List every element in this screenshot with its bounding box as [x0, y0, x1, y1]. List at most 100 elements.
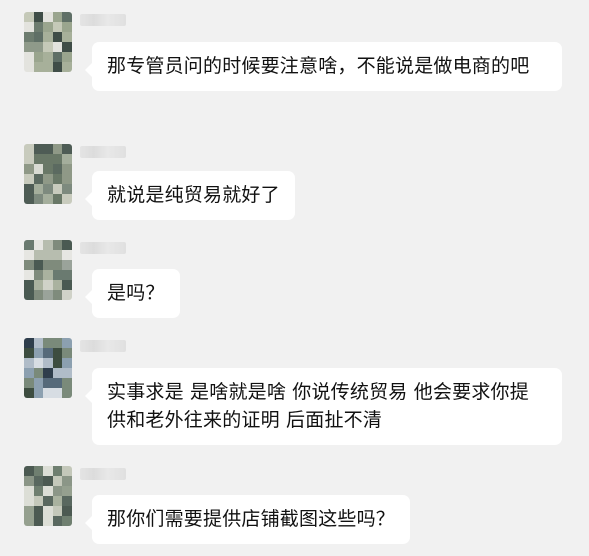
avatar-pixel [24, 154, 34, 164]
avatar-pixel [24, 12, 34, 22]
avatar[interactable] [24, 144, 72, 204]
message-row: 实事求是 是啥就是啥 你说传统贸易 他会要求你提供和老外往来的证明 后面扯不清 [0, 338, 589, 450]
avatar-pixel [52, 348, 63, 358]
avatar-pixel [33, 174, 44, 184]
avatar-pixel [62, 240, 72, 250]
avatar-pixel [33, 368, 44, 378]
avatar-pixel [24, 184, 34, 194]
avatar-pixel [52, 164, 63, 174]
avatar-pixel [33, 348, 44, 358]
avatar-pixel [24, 270, 34, 280]
avatar-pixel [62, 486, 72, 496]
avatar[interactable] [24, 338, 72, 398]
avatar-pixel [62, 476, 72, 486]
avatar-pixel [43, 194, 53, 204]
avatar-pixel [52, 368, 63, 378]
avatar-pixel [24, 194, 34, 204]
avatar-pixel [43, 358, 53, 368]
avatar-pixel [62, 184, 72, 194]
avatar-pixel [52, 466, 63, 476]
avatar-pixel [24, 42, 34, 52]
avatar-pixel [33, 184, 44, 194]
avatar-pixel [62, 358, 72, 368]
avatar-pixel [33, 194, 44, 204]
avatar-pixel [62, 280, 72, 290]
avatar-pixel [24, 516, 34, 526]
avatar-pixel [52, 260, 63, 270]
message-bubble[interactable]: 那专管员问的时候要注意啥，不能说是做电商的吧 [85, 42, 562, 91]
avatar-pixel [24, 506, 34, 516]
avatar-pixel [24, 476, 34, 486]
avatar-pixel [62, 22, 72, 32]
message-bubble[interactable]: 是吗？ [85, 269, 180, 318]
avatar-pixel [52, 270, 63, 280]
avatar-pixel [33, 62, 44, 72]
avatar-pixel [62, 388, 72, 398]
avatar-pixel [43, 260, 53, 270]
avatar-pixel [43, 62, 53, 72]
avatar-pixel [62, 12, 72, 22]
avatar-pixel [24, 466, 34, 476]
avatar-pixel [43, 290, 53, 300]
avatar-pixel [43, 368, 53, 378]
avatar-pixel [43, 348, 53, 358]
avatar-pixel [43, 516, 53, 526]
message-row: 就说是纯贸易就好了 [0, 144, 589, 228]
message-bubble[interactable]: 那你们需要提供店铺截图这些吗？ [84, 495, 411, 544]
sender-name [80, 14, 126, 26]
avatar[interactable] [24, 240, 72, 300]
avatar-pixel [52, 154, 63, 164]
avatar-pixel [24, 338, 34, 348]
avatar-pixel [52, 250, 63, 260]
avatar-pixel [33, 280, 44, 290]
avatar-pixel [62, 144, 72, 154]
avatar-pixel [62, 42, 72, 52]
avatar-pixel [33, 42, 44, 52]
sender-name [80, 468, 126, 480]
avatar-pixel [43, 338, 53, 348]
avatar-pixel [33, 270, 44, 280]
avatar-pixel [52, 184, 63, 194]
avatar-pixel [24, 280, 34, 290]
avatar-pixel [33, 164, 44, 174]
avatar-pixel [62, 174, 72, 184]
avatar-pixel [33, 32, 44, 42]
avatar-pixel [33, 290, 44, 300]
avatar-pixel [43, 496, 53, 506]
avatar-pixel [33, 338, 44, 348]
sender-name [80, 146, 126, 158]
avatar-pixel [43, 144, 53, 154]
avatar-pixel [43, 22, 53, 32]
avatar-pixel [62, 496, 72, 506]
message-bubble[interactable]: 实事求是 是啥就是啥 你说传统贸易 他会要求你提供和老外往来的证明 后面扯不清 [85, 368, 562, 445]
avatar-pixel [43, 466, 53, 476]
avatar-pixel [62, 62, 72, 72]
sender-name [80, 340, 126, 352]
avatar-pixel [33, 388, 44, 398]
avatar-pixel [43, 250, 53, 260]
avatar-pixel [24, 260, 34, 270]
avatar[interactable] [24, 466, 72, 526]
avatar-pixel [52, 174, 63, 184]
avatar-pixel [33, 154, 44, 164]
avatar-pixel [62, 164, 72, 174]
avatar-pixel [24, 240, 34, 250]
avatar-pixel [24, 388, 34, 398]
message-bubble[interactable]: 就说是纯贸易就好了 [85, 171, 295, 220]
avatar[interactable] [24, 12, 72, 72]
avatar-pixel [43, 42, 53, 52]
avatar-pixel [24, 378, 34, 388]
avatar-pixel [43, 154, 53, 164]
avatar-pixel [52, 486, 63, 496]
avatar-pixel [52, 12, 63, 22]
avatar-pixel [33, 476, 44, 486]
avatar-pixel [24, 62, 34, 72]
avatar-pixel [33, 12, 44, 22]
avatar-pixel [62, 506, 72, 516]
message-row: 是吗？ [0, 240, 589, 324]
avatar-pixel [52, 378, 63, 388]
avatar-pixel [33, 466, 44, 476]
avatar-pixel [24, 290, 34, 300]
avatar-pixel [52, 62, 63, 72]
avatar-pixel [52, 280, 63, 290]
